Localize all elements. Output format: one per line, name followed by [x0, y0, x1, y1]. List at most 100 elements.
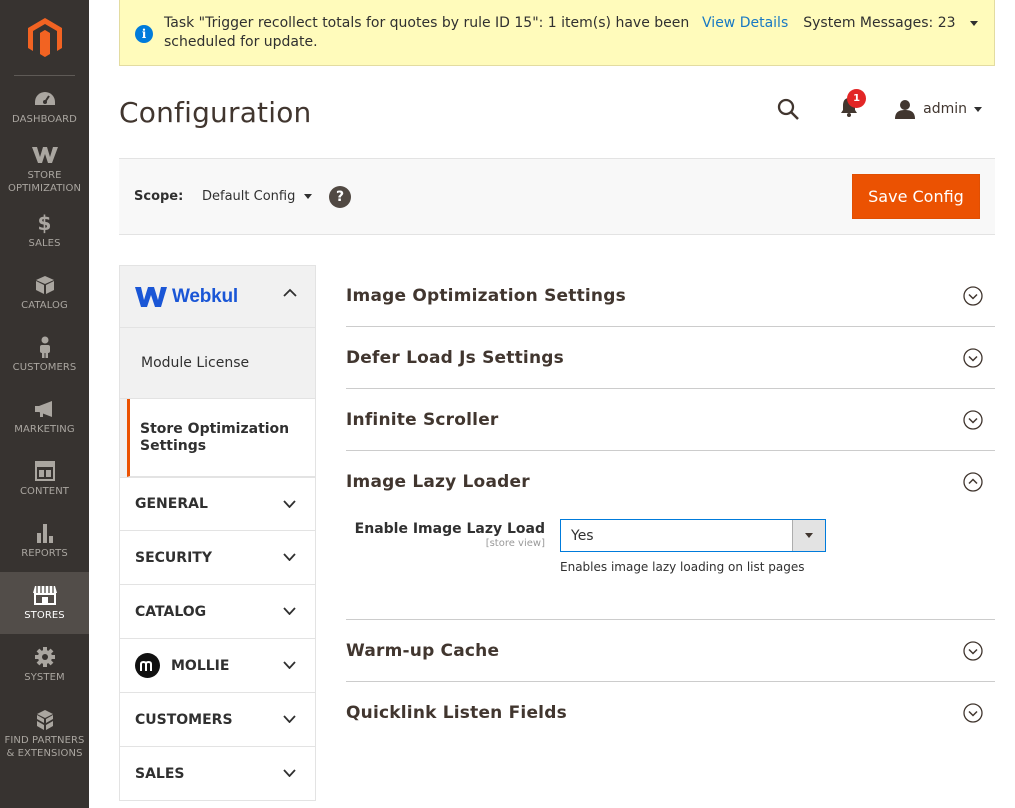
- notifications-button[interactable]: 1: [839, 89, 867, 122]
- sidebar-item-sales[interactable]: $ SALES: [0, 200, 89, 262]
- store-optimization-icon: [31, 144, 58, 166]
- tab-label: MOLLIE: [171, 657, 230, 674]
- magento-logo[interactable]: [14, 0, 75, 76]
- tab-catalog[interactable]: CATALOG: [119, 585, 316, 639]
- sidebar-item-find-partners[interactable]: FIND PARTNERS & EXTENSIONS: [0, 696, 89, 772]
- section-title: Image Lazy Loader: [346, 472, 530, 492]
- tab-sales[interactable]: SALES: [119, 747, 316, 801]
- dollar-icon: $: [37, 211, 52, 235]
- sidebar-item-label: FIND PARTNERS & EXTENSIONS: [4, 734, 85, 759]
- scope-bar: Scope: Default Config ? Save Config: [119, 158, 995, 235]
- chevron-down-icon: [974, 106, 982, 112]
- tab-security[interactable]: SECURITY: [119, 531, 316, 585]
- cube-icon: [35, 274, 55, 296]
- webkul-name: Webkul: [172, 285, 239, 307]
- page-title: Configuration: [119, 96, 312, 129]
- sidebar-item-label: STORE OPTIMIZATION: [7, 169, 82, 194]
- expand-circle-icon: [963, 703, 983, 723]
- sidebar-item-label: REPORTS: [21, 548, 68, 559]
- section-defer-load-js-settings[interactable]: Defer Load Js Settings: [346, 327, 995, 389]
- system-message-text: Task "Trigger recollect totals for quote…: [164, 15, 690, 50]
- section-warm-up-cache[interactable]: Warm-up Cache: [346, 620, 995, 682]
- help-icon[interactable]: ?: [329, 186, 351, 208]
- system-message-bar: i Task "Trigger recollect totals for quo…: [119, 0, 995, 66]
- section-image-optimization-settings[interactable]: Image Optimization Settings: [346, 265, 995, 327]
- sidebar-item-label: SALES: [28, 238, 61, 249]
- config-sections: Image Optimization Settings Defer Load J…: [346, 265, 995, 744]
- dashboard-icon: [34, 88, 56, 110]
- bar-chart-icon: [35, 522, 55, 544]
- sidebar-item-label: MARKETING: [14, 424, 75, 435]
- tab-module-license[interactable]: Module License: [120, 328, 315, 399]
- scope-switcher[interactable]: Default Config: [202, 189, 313, 204]
- collapse-circle-icon: [963, 472, 983, 492]
- storefront-icon: [32, 584, 57, 606]
- tab-store-optimization-settings[interactable]: Store Optimization Settings: [127, 399, 315, 477]
- select-value: Yes: [571, 527, 594, 544]
- section-title: Infinite Scroller: [346, 409, 499, 430]
- tab-customers[interactable]: CUSTOMERS: [119, 693, 316, 747]
- field-label-group: Enable Image Lazy Load [store view]: [355, 521, 545, 549]
- expand-circle-icon: [963, 410, 983, 430]
- section-title: Image Optimization Settings: [346, 285, 626, 306]
- system-messages-label: System Messages: 23: [803, 15, 956, 31]
- chevron-down-icon: [283, 500, 296, 508]
- image-lazy-loader-body: Enable Image Lazy Load [store view] Yes …: [346, 513, 995, 620]
- sidebar-item-dashboard[interactable]: DASHBOARD: [0, 76, 89, 138]
- sidebar-item-label: DASHBOARD: [11, 114, 77, 125]
- content-layout-icon: [34, 460, 55, 482]
- view-details-link[interactable]: View Details: [702, 14, 788, 33]
- select-arrow: [792, 520, 825, 551]
- config-navigation: Webkul Module License Store Optimization…: [119, 265, 316, 801]
- app-root: DASHBOARD STORE OPTIMIZATION $ SALES CAT…: [0, 0, 1015, 808]
- section-title: Defer Load Js Settings: [346, 347, 564, 368]
- section-image-lazy-loader[interactable]: Image Lazy Loader: [346, 451, 995, 513]
- chevron-down-icon: [283, 553, 296, 561]
- enable-lazy-load-select[interactable]: Yes: [560, 519, 826, 552]
- scope-value: Default Config: [202, 189, 296, 204]
- notification-badge: 1: [847, 89, 867, 108]
- sidebar-item-store-optimization[interactable]: STORE OPTIMIZATION: [0, 138, 89, 200]
- section-infinite-scroller[interactable]: Infinite Scroller: [346, 389, 995, 451]
- sidebar-item-reports[interactable]: REPORTS: [0, 510, 89, 572]
- person-icon: [38, 336, 52, 358]
- chevron-down-icon: [304, 194, 313, 199]
- sidebar-item-content[interactable]: CONTENT: [0, 448, 89, 510]
- field-note: Enables image lazy loading on list pages: [560, 560, 805, 574]
- header-actions: 1 admin: [776, 89, 982, 122]
- chevron-down-icon: [283, 715, 296, 723]
- scope-label: Scope:: [134, 189, 184, 204]
- save-config-button[interactable]: Save Config: [852, 174, 980, 219]
- section-quicklink-listen-fields[interactable]: Quicklink Listen Fields: [346, 682, 995, 744]
- gear-icon: [34, 646, 56, 668]
- boxes-icon: [34, 709, 56, 731]
- tab-webkul[interactable]: Webkul: [119, 265, 316, 328]
- chevron-up-icon: [283, 288, 297, 297]
- user-name: admin: [923, 101, 967, 117]
- section-title: Warm-up Cache: [346, 640, 500, 661]
- megaphone-icon: [34, 398, 56, 420]
- sidebar-item-label: CATALOG: [21, 300, 68, 311]
- sidebar-item-stores[interactable]: STORES: [0, 572, 89, 634]
- user-menu[interactable]: admin: [895, 99, 982, 119]
- sidebar-item-marketing[interactable]: MARKETING: [0, 386, 89, 448]
- search-icon[interactable]: [776, 97, 800, 121]
- tab-mollie[interactable]: MOLLIE: [119, 639, 316, 693]
- enable-lazy-load-label: Enable Image Lazy Load: [354, 521, 545, 537]
- expand-circle-icon: [963, 348, 983, 368]
- sidebar-item-customers[interactable]: CUSTOMERS: [0, 324, 89, 386]
- tab-general[interactable]: GENERAL: [119, 477, 316, 531]
- chevron-down-icon: [805, 533, 813, 538]
- sidebar-item-catalog[interactable]: CATALOG: [0, 262, 89, 324]
- sidebar-item-label: SYSTEM: [24, 672, 65, 683]
- admin-sidebar: DASHBOARD STORE OPTIMIZATION $ SALES CAT…: [0, 0, 89, 808]
- system-messages-dropdown[interactable]: System Messages: 23: [803, 14, 978, 33]
- tab-label: SALES: [135, 765, 185, 782]
- sidebar-item-label: CUSTOMERS: [12, 362, 77, 373]
- sidebar-item-system[interactable]: SYSTEM: [0, 634, 89, 696]
- info-icon: i: [135, 25, 153, 43]
- sidebar-item-label: CONTENT: [19, 486, 70, 497]
- expand-circle-icon: [963, 641, 983, 661]
- section-title: Quicklink Listen Fields: [346, 703, 567, 723]
- sidebar-item-label: STORES: [24, 610, 65, 621]
